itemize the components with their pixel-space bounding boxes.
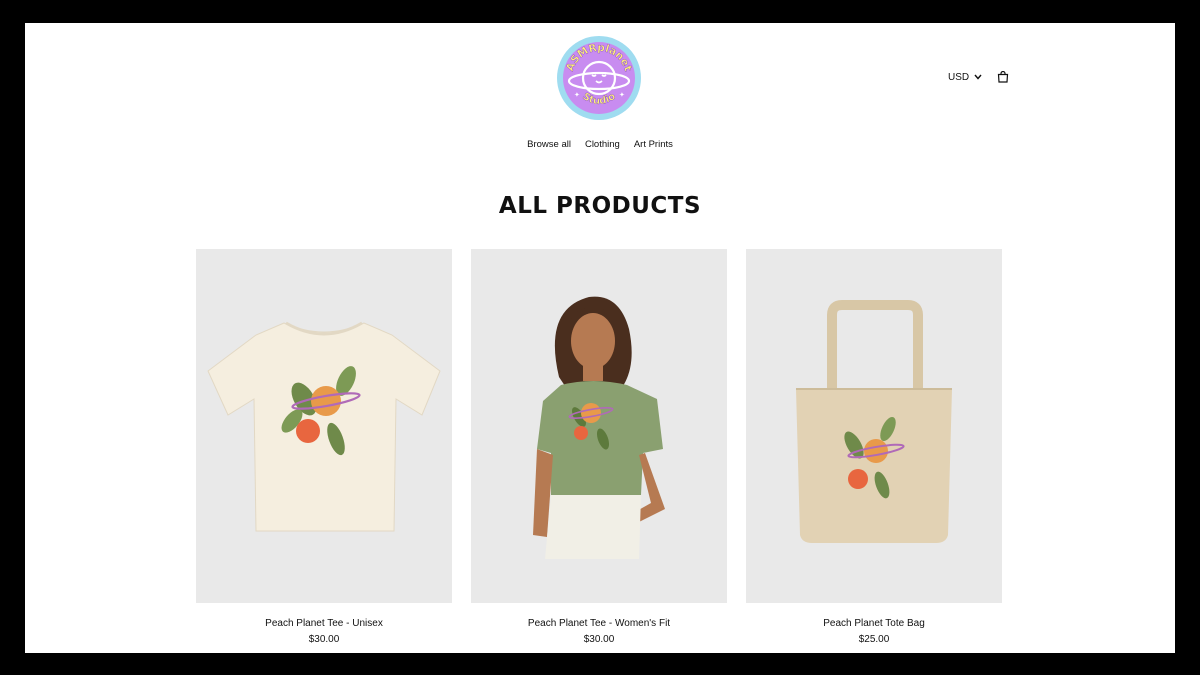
product-image[interactable]: [471, 249, 727, 603]
nav-item-browse-all[interactable]: Browse all: [527, 139, 571, 150]
store-page: ASMRplanet Studio ✦ ✦ USD Browse all Clo…: [25, 23, 1175, 653]
svg-text:✦: ✦: [619, 91, 625, 99]
product-name[interactable]: Peach Planet Tee - Unisex: [196, 618, 452, 629]
svg-text:✦: ✦: [574, 91, 580, 99]
product-price: $30.00: [308, 634, 340, 645]
nav-item-art-prints[interactable]: Art Prints: [634, 139, 673, 150]
product-price: $25.00: [858, 634, 890, 645]
product-card[interactable]: Peach Planet Tee - Unisex $30.00: [196, 249, 452, 645]
product-price: $30.00: [583, 634, 615, 645]
product-name[interactable]: Peach Planet Tee - Women's Fit: [471, 618, 727, 629]
product-card[interactable]: Peach Planet Tote Bag $25.00: [746, 249, 1002, 645]
product-image[interactable]: [746, 249, 1002, 603]
product-image[interactable]: [196, 249, 452, 603]
store-logo[interactable]: ASMRplanet Studio ✦ ✦: [556, 35, 642, 121]
product-card[interactable]: Peach Planet Tee - Women's Fit $30.00: [471, 249, 727, 645]
currency-label: USD: [948, 71, 970, 83]
product-name[interactable]: Peach Planet Tote Bag: [746, 618, 1002, 629]
page-title: ALL PRODUCTS: [498, 193, 702, 219]
product-grid: Peach Planet Tee - Unisex $30.00 Peach P…: [196, 249, 1002, 645]
currency-selector[interactable]: USD: [948, 72, 982, 83]
main-nav: Browse all Clothing Art Prints: [25, 139, 1175, 150]
nav-item-clothing[interactable]: Clothing: [585, 139, 620, 150]
chevron-down-icon: [974, 74, 982, 80]
header-actions: USD: [948, 71, 1009, 83]
shopping-bag-icon[interactable]: [997, 71, 1009, 83]
